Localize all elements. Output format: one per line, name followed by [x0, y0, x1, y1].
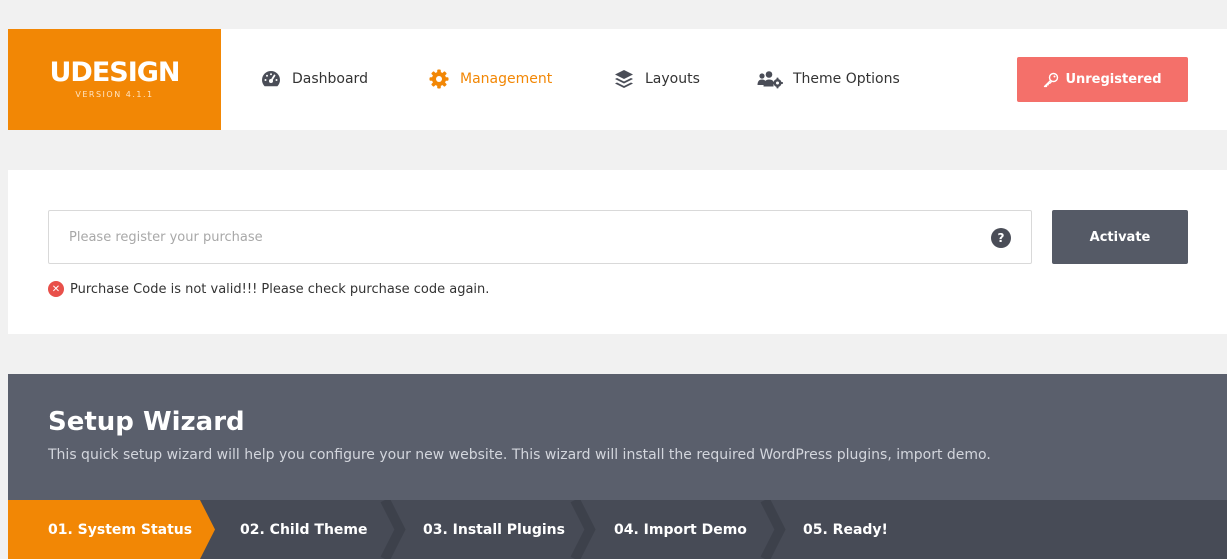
- help-icon[interactable]: ?: [991, 228, 1011, 248]
- wizard-description: This quick setup wizard will help you co…: [48, 447, 991, 463]
- nav-theme-options[interactable]: Theme Options: [757, 67, 900, 91]
- gear-icon: [428, 68, 450, 90]
- setup-wizard: Setup Wizard This quick setup wizard wil…: [8, 374, 1227, 559]
- wizard-title: Setup Wizard: [48, 407, 245, 437]
- nav-dashboard-label: Dashboard: [292, 71, 368, 87]
- logo-version: VERSION 4.1.1: [75, 90, 154, 99]
- udesign-logo[interactable]: UDESIGN VERSION 4.1.1: [8, 29, 221, 130]
- activate-button[interactable]: Activate: [1052, 210, 1188, 264]
- nav-theme-options-label: Theme Options: [793, 71, 900, 87]
- purchase-code-input[interactable]: [49, 211, 969, 263]
- logo-title: UDESIGN: [49, 57, 180, 88]
- step-child-theme[interactable]: 02. Child Theme: [240, 500, 368, 559]
- users-gear-icon: [757, 68, 783, 90]
- error-text: Purchase Code is not valid!!! Please che…: [70, 281, 490, 297]
- wizard-steps: 01. System Status 02. Child Theme 03. In…: [8, 500, 1227, 559]
- step-install-plugins[interactable]: 03. Install Plugins: [423, 500, 565, 559]
- top-header: UDESIGN VERSION 4.1.1 Dashboard Manageme…: [8, 29, 1227, 130]
- nav-management-label: Management: [460, 71, 553, 87]
- error-x-icon: ✕: [48, 281, 64, 297]
- register-panel: ? Activate ✕ Purchase Code is not valid!…: [8, 170, 1227, 334]
- purchase-code-field: ?: [48, 210, 1032, 264]
- layers-icon: [613, 68, 635, 90]
- nav-layouts[interactable]: Layouts: [613, 67, 700, 91]
- nav-layouts-label: Layouts: [645, 71, 700, 87]
- step-system-status[interactable]: 01. System Status: [48, 500, 192, 559]
- error-message: ✕ Purchase Code is not valid!!! Please c…: [48, 281, 489, 297]
- step-import-demo[interactable]: 04. Import Demo: [614, 500, 747, 559]
- step-ready[interactable]: 05. Ready!: [803, 500, 888, 559]
- key-icon: [1043, 72, 1059, 88]
- dashboard-gauge-icon: [260, 68, 282, 90]
- unregistered-label: Unregistered: [1065, 72, 1162, 87]
- nav-dashboard[interactable]: Dashboard: [260, 67, 368, 91]
- unregistered-button[interactable]: Unregistered: [1017, 57, 1188, 102]
- nav-management[interactable]: Management: [428, 67, 552, 91]
